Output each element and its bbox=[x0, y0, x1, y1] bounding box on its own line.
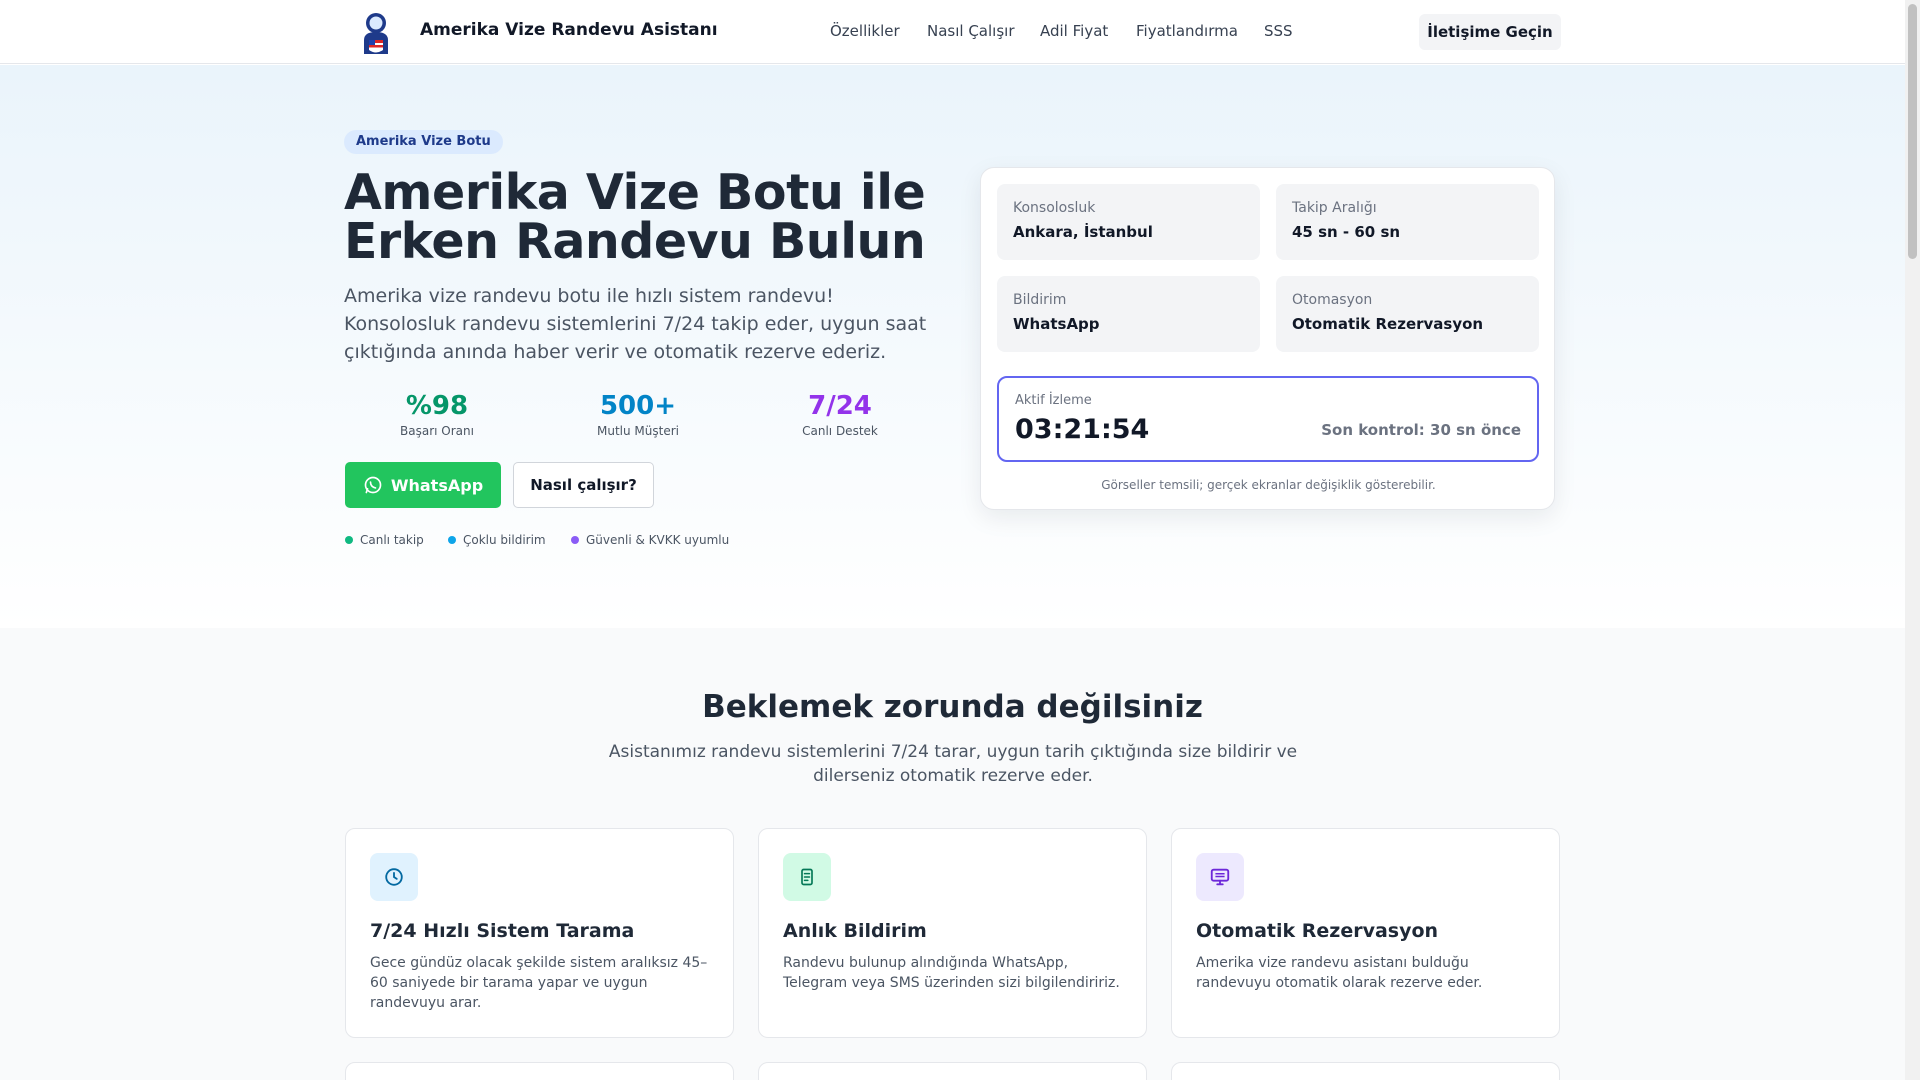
feature-card-title: 7/24 Hızlı Sistem Tarama bbox=[370, 920, 635, 942]
info-label: Otomasyon bbox=[1292, 292, 1373, 308]
whatsapp-button[interactable]: WhatsApp bbox=[345, 462, 501, 508]
brand-name[interactable]: Amerika Vize Randevu Asistanı bbox=[420, 20, 718, 40]
features-description: Asistanımız randevu sistemlerini 7/24 ta… bbox=[608, 742, 1298, 786]
stat-label: Mutlu Müşteri bbox=[597, 424, 679, 438]
feature-card-description: Gece gündüz olacak şekilde sistem aralık… bbox=[370, 955, 708, 1011]
astronaut-logo-icon[interactable] bbox=[356, 10, 396, 56]
info-automation: Otomasyon Otomatik Rezervasyon bbox=[1276, 276, 1539, 352]
info-value: WhatsApp bbox=[1013, 315, 1100, 333]
stat-value: 7/24 bbox=[808, 391, 872, 421]
feature-card-partial bbox=[758, 1062, 1147, 1080]
stat-live-support: 7/24 Canlı Destek bbox=[740, 390, 940, 438]
hero-description: Amerika vize randevu botu ile hızlı sist… bbox=[344, 285, 927, 363]
tag-secure-kvkk: Güvenli & KVKK uyumlu bbox=[571, 533, 729, 547]
hero-badge: Amerika Vize Botu bbox=[344, 130, 503, 154]
nav-link-how-it-works[interactable]: Nasıl Çalışır bbox=[927, 22, 1014, 40]
info-tracking-interval: Takip Aralığı 45 sn - 60 sn bbox=[1276, 184, 1539, 260]
tag-multi-notification: Çoklu bildirim bbox=[448, 533, 546, 547]
tag-label: Çoklu bildirim bbox=[463, 533, 546, 547]
hero-section bbox=[0, 65, 1905, 628]
info-label: Konsolosluk bbox=[1013, 200, 1096, 216]
notification-icon bbox=[783, 853, 831, 901]
status-card: Konsolosluk Ankara, İstanbul Takip Aralı… bbox=[980, 167, 1555, 510]
feature-card-partial bbox=[1171, 1062, 1560, 1080]
feature-card-auto-reservation: Otomatik Rezervasyon Amerika vize randev… bbox=[1171, 828, 1560, 1038]
info-label: Takip Aralığı bbox=[1292, 200, 1377, 216]
purple-dot-icon bbox=[571, 536, 579, 544]
tag-label: Canlı takip bbox=[360, 533, 424, 547]
last-check-text: Son kontrol: 30 sn önce bbox=[1321, 421, 1521, 439]
nav-link-fair-price[interactable]: Adil Fiyat bbox=[1040, 22, 1108, 40]
contact-button[interactable]: İletişime Geçin bbox=[1419, 14, 1561, 50]
tag-label: Güvenli & KVKK uyumlu bbox=[586, 533, 730, 547]
stat-label: Canlı Destek bbox=[802, 424, 878, 438]
feature-card-description: Randevu bulunup alındığında WhatsApp, Te… bbox=[783, 955, 1120, 991]
nav-link-faq[interactable]: SSS bbox=[1264, 22, 1293, 40]
stat-happy-customers: 500+ Mutlu Müşteri bbox=[538, 390, 738, 438]
info-consulate: Konsolosluk Ankara, İstanbul bbox=[997, 184, 1260, 260]
features-title: Beklemek zorunda değilsiniz bbox=[702, 689, 1203, 725]
info-value: 45 sn - 60 sn bbox=[1292, 223, 1401, 241]
stat-value: %98 bbox=[405, 391, 469, 421]
how-it-works-button[interactable]: Nasıl çalışır? bbox=[513, 462, 654, 508]
whatsapp-icon bbox=[364, 476, 382, 494]
active-monitor-panel: Aktif İzleme 03:21:54 Son kontrol: 30 sn… bbox=[997, 376, 1539, 462]
feature-card-title: Anlık Bildirim bbox=[783, 920, 927, 942]
monitor-timer: 03:21:54 bbox=[1015, 414, 1150, 445]
nav-link-features[interactable]: Özellikler bbox=[830, 22, 900, 40]
stat-label: Başarı Oranı bbox=[400, 424, 474, 438]
green-dot-icon bbox=[345, 536, 353, 544]
monitor-icon bbox=[1196, 853, 1244, 901]
info-label: Bildirim bbox=[1013, 292, 1067, 308]
stat-value: 500+ bbox=[599, 391, 677, 421]
monitor-label: Aktif İzleme bbox=[1015, 393, 1092, 408]
site-header: Amerika Vize Randevu Asistanı Özellikler… bbox=[0, 0, 1905, 64]
feature-card-scanning: 7/24 Hızlı Sistem Tarama Gece gündüz ola… bbox=[345, 828, 734, 1038]
info-notification: Bildirim WhatsApp bbox=[997, 276, 1260, 352]
scrollbar-thumb[interactable] bbox=[1908, 4, 1917, 259]
feature-card-description: Amerika vize randevu asistanı bulduğu ra… bbox=[1196, 955, 1483, 991]
clock-icon bbox=[370, 853, 418, 901]
feature-card-title: Otomatik Rezervasyon bbox=[1196, 920, 1439, 942]
blue-dot-icon bbox=[448, 536, 456, 544]
whatsapp-button-label: WhatsApp bbox=[390, 475, 484, 495]
card-disclaimer: Görseller temsili; gerçek ekranlar değiş… bbox=[1101, 478, 1436, 492]
tag-live-tracking: Canlı takip bbox=[345, 533, 424, 547]
page-scrollbar[interactable] bbox=[1905, 0, 1920, 1080]
hero-title: Amerika Vize Botu ile Erken Randevu Bulu… bbox=[344, 164, 926, 270]
nav-link-pricing[interactable]: Fiyatlandırma bbox=[1136, 22, 1238, 40]
info-value: Ankara, İstanbul bbox=[1013, 223, 1153, 241]
stat-success-rate: %98 Başarı Oranı bbox=[337, 390, 537, 438]
info-value: Otomatik Rezervasyon bbox=[1292, 315, 1484, 333]
feature-card-partial bbox=[345, 1062, 734, 1080]
feature-card-notification: Anlık Bildirim Randevu bulunup alındığın… bbox=[758, 828, 1147, 1038]
